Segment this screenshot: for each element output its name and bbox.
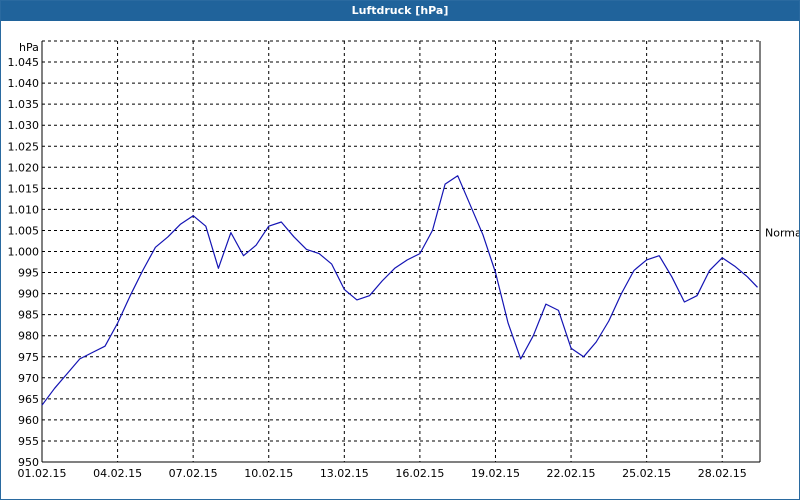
y-tick-label: 1.005: [8, 224, 40, 237]
y-tick-label: 995: [18, 267, 39, 280]
x-tick-label: 16.02.15: [395, 467, 444, 480]
x-tick-label: 07.02.15: [169, 467, 218, 480]
y-tick-labels: 9509559609659709759809859909951.0001.005…: [8, 56, 40, 469]
y-tick-label: 980: [18, 330, 39, 343]
chart-area: 950 955 960 965 970 975 980 985 990 995 1.000 1.005…: [1, 21, 800, 499]
y-tick-label: 975: [18, 351, 39, 364]
y-tick-label: 1.025: [8, 140, 40, 153]
x-tick-labels: 01.02.15 04.02.15 07.02.15 10.02.15 13.02.15…: [18, 467, 747, 480]
x-tick-label: 13.02.15: [320, 467, 369, 480]
grid-lines: [42, 41, 760, 462]
x-tick-label: 19.02.15: [471, 467, 520, 480]
y-tick-label: 1.010: [8, 203, 40, 216]
x-tick-label: 10.02.15: [244, 467, 293, 480]
normal-reference-label: Normal: [765, 227, 799, 240]
window-title: Luftdruck [hPa]: [1, 1, 799, 21]
axes: [41, 40, 761, 463]
y-tick-label: 1.030: [8, 119, 40, 132]
chart-window: Luftdruck [hPa] 950 955 960 965 970 975 980 985…: [0, 0, 800, 500]
y-tick-label: 1.015: [8, 182, 40, 195]
y-tick-label: 985: [18, 309, 39, 322]
y-axis-unit-label: hPa: [19, 41, 39, 54]
y-tick-label: 1.000: [8, 246, 40, 259]
series-line-0: [41, 175, 758, 406]
y-tick-label: 1.040: [8, 77, 40, 90]
x-tick-label: 01.02.15: [18, 467, 67, 480]
series-layer: [41, 175, 758, 406]
y-tick-label: 1.035: [8, 98, 40, 111]
x-tick-label: 25.02.15: [622, 467, 671, 480]
x-tick-label: 22.02.15: [547, 467, 596, 480]
y-tick-label: 965: [18, 393, 39, 406]
y-tick-label: 955: [18, 435, 39, 448]
y-tick-label: 1.020: [8, 161, 40, 174]
y-tick-label: 1.045: [8, 56, 40, 69]
y-tick-label: 970: [18, 372, 39, 385]
y-tick-label: 990: [18, 288, 39, 301]
pressure-chart: 9509559609659709759809859909951.0001.005…: [8, 40, 800, 480]
y-tick-label: 960: [18, 414, 39, 427]
x-tick-label: 28.02.15: [698, 467, 747, 480]
x-tick-label: 04.02.15: [93, 467, 142, 480]
